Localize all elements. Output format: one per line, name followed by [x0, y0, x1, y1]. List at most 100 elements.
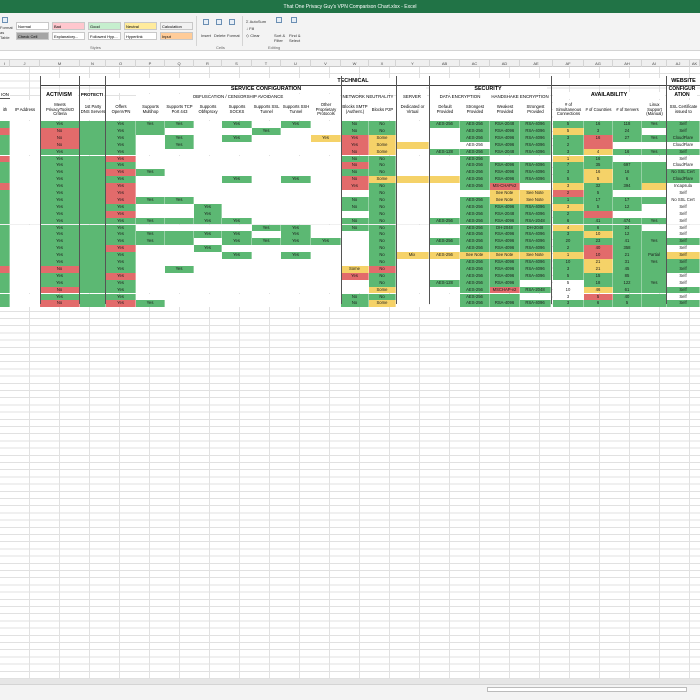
table-cell[interactable] [10, 148, 40, 156]
table-cell[interactable]: RSA-4096 [490, 279, 520, 287]
table-cell[interactable]: Yes [40, 238, 80, 246]
table-cell[interactable] [281, 293, 311, 301]
table-cell[interactable]: No [341, 300, 369, 308]
table-cell[interactable]: See Note [490, 196, 520, 204]
table-cell[interactable] [80, 134, 106, 142]
table-cell[interactable] [0, 286, 10, 294]
table-cell[interactable]: Yes [222, 238, 252, 246]
table-cell[interactable]: Partial [642, 252, 667, 259]
table-cell[interactable] [311, 127, 341, 135]
table-cell[interactable] [194, 134, 222, 142]
column-letter[interactable]: U [281, 60, 311, 67]
table-cell[interactable] [396, 121, 429, 128]
table-cell[interactable] [252, 210, 281, 218]
table-cell[interactable]: 6 [584, 300, 613, 308]
table-cell[interactable]: Self [667, 203, 700, 211]
find-select-button[interactable]: Find & Select [289, 33, 301, 43]
table-cell[interactable] [396, 134, 429, 142]
table-cell[interactable] [165, 203, 194, 211]
table-cell[interactable] [10, 272, 40, 280]
table-cell[interactable]: RSA-4096 [490, 265, 520, 273]
column-letter[interactable]: AD [490, 60, 520, 67]
table-cell[interactable] [396, 231, 429, 239]
table-cell[interactable]: Yes [40, 183, 80, 190]
table-cell[interactable] [10, 169, 40, 177]
table-cell[interactable]: RSA-4096 [490, 134, 520, 142]
table-cell[interactable] [10, 196, 40, 204]
table-cell[interactable] [136, 141, 165, 149]
table-cell[interactable]: Self [667, 231, 700, 239]
table-cell[interactable] [311, 196, 341, 204]
table-cell[interactable] [222, 148, 252, 156]
table-cell[interactable]: 2 [553, 210, 584, 218]
table-cell[interactable] [136, 245, 165, 253]
table-cell[interactable]: AES-256 [460, 127, 490, 135]
table-cell[interactable]: RSA-4096 [490, 231, 520, 239]
table-cell[interactable] [136, 155, 165, 163]
table-cell[interactable] [311, 148, 341, 156]
format-as-table-icon[interactable] [2, 17, 8, 23]
table-cell[interactable] [281, 190, 311, 197]
table-cell[interactable] [396, 196, 429, 204]
table-cell[interactable]: RSA-4096 [520, 300, 551, 308]
table-cell[interactable]: AES-256 [430, 238, 460, 246]
table-cell[interactable]: 10 [553, 286, 584, 294]
table-cell[interactable]: Self [667, 286, 700, 294]
table-cell[interactable]: 3 [553, 169, 584, 177]
table-cell[interactable]: RSA-4096 [490, 300, 520, 308]
table-cell[interactable] [613, 155, 642, 163]
table-cell[interactable]: No [369, 169, 396, 177]
table-cell[interactable]: MS-CHAPv2 [490, 183, 520, 190]
table-cell[interactable] [396, 293, 429, 301]
table-cell[interactable] [194, 121, 222, 128]
table-cell[interactable]: 7 [553, 162, 584, 170]
column-letter[interactable]: O [106, 60, 136, 67]
table-cell[interactable] [281, 155, 311, 163]
table-cell[interactable]: AES-256 [460, 286, 490, 294]
table-cell[interactable] [430, 190, 460, 197]
table-cell[interactable] [194, 176, 222, 184]
table-cell[interactable]: No [40, 127, 80, 135]
table-cell[interactable]: 16 [613, 169, 642, 177]
table-cell[interactable]: 16 [584, 155, 613, 163]
table-cell[interactable] [396, 155, 429, 163]
table-cell[interactable]: No [40, 300, 80, 308]
table-cell[interactable]: Yes [194, 231, 222, 239]
table-cell[interactable]: CloudFlare [667, 162, 700, 170]
table-cell[interactable]: AES-256 [460, 121, 490, 128]
table-cell[interactable]: AES-256 [430, 121, 460, 128]
table-cell[interactable]: 3 [553, 293, 584, 301]
table-cell[interactable] [430, 300, 460, 308]
column-letter[interactable]: R [194, 60, 222, 67]
table-cell[interactable]: No [341, 169, 369, 177]
table-cell[interactable] [252, 279, 281, 287]
table-cell[interactable]: 5 [584, 190, 613, 197]
table-cell[interactable]: AES-256 [460, 231, 490, 239]
table-cell[interactable]: No [369, 183, 396, 190]
table-cell[interactable] [165, 238, 194, 246]
table-cell[interactable] [252, 176, 281, 184]
table-cell[interactable] [642, 210, 667, 218]
table-cell[interactable]: Self [667, 121, 700, 128]
table-cell[interactable]: RSA-4096 [520, 121, 551, 128]
table-cell[interactable]: DH-2048 [520, 224, 551, 232]
table-cell[interactable]: 61 [613, 286, 642, 294]
table-cell[interactable]: Self [667, 252, 700, 259]
table-cell[interactable]: No [369, 210, 396, 218]
table-cell[interactable]: Yes [222, 121, 252, 128]
table-cell[interactable] [311, 210, 341, 218]
table-cell[interactable]: No [341, 127, 369, 135]
table-cell[interactable] [252, 162, 281, 170]
table-cell[interactable] [311, 203, 341, 211]
table-cell[interactable] [311, 217, 341, 225]
table-cell[interactable]: Some [369, 300, 396, 308]
table-cell[interactable] [0, 196, 10, 204]
table-cell[interactable]: Yes [106, 155, 136, 163]
table-cell[interactable] [165, 217, 194, 225]
table-cell[interactable] [311, 169, 341, 177]
column-letter[interactable]: P [136, 60, 165, 67]
table-cell[interactable] [396, 272, 429, 280]
table-cell[interactable] [642, 286, 667, 294]
table-cell[interactable] [0, 224, 10, 232]
table-cell[interactable] [430, 134, 460, 142]
